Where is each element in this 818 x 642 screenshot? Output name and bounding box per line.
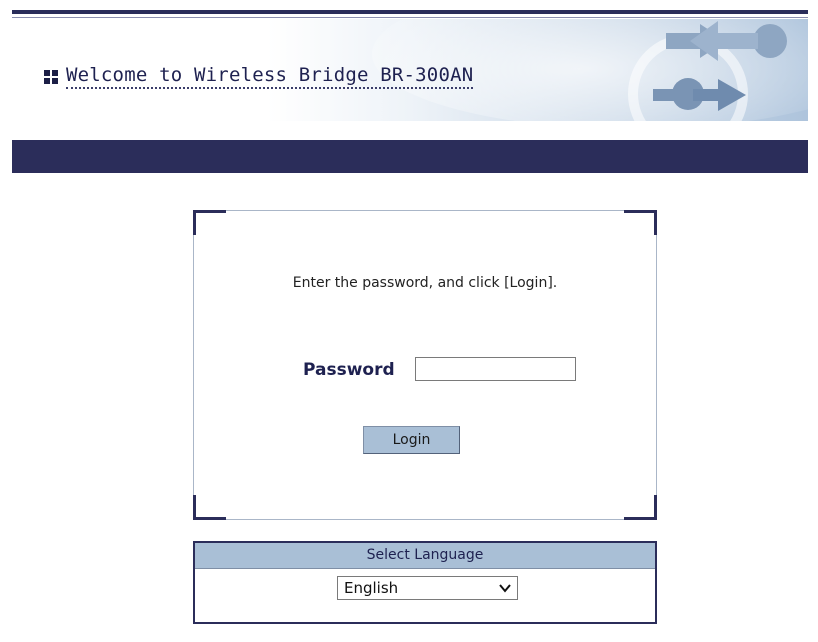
- language-heading: Select Language: [195, 543, 655, 569]
- language-selected-value: English: [344, 579, 399, 597]
- login-button[interactable]: Login: [363, 426, 460, 454]
- login-instruction: Enter the password, and click [Login].: [292, 275, 558, 291]
- grid-icon: [44, 69, 58, 84]
- page-title-wrap: Welcome to Wireless Bridge BR-300AN: [44, 64, 474, 89]
- page-title: Welcome to Wireless Bridge BR-300AN: [66, 64, 474, 89]
- language-panel: Select Language English: [193, 541, 657, 624]
- password-field[interactable]: [415, 357, 576, 381]
- nav-bar: [12, 140, 808, 173]
- chevron-down-icon: [499, 584, 511, 593]
- corner-bracket: [624, 210, 657, 235]
- top-rule-thin: [12, 17, 808, 18]
- password-label: Password: [303, 360, 395, 380]
- arrows-graphic: [628, 21, 787, 121]
- login-panel: Enter the password, and click [Login]. P…: [193, 210, 657, 520]
- top-rule: [12, 10, 808, 14]
- corner-bracket: [193, 210, 226, 235]
- corner-bracket: [624, 495, 657, 520]
- header-banner: Welcome to Wireless Bridge BR-300AN: [12, 19, 808, 121]
- language-select[interactable]: English: [337, 576, 518, 600]
- corner-bracket: [193, 495, 226, 520]
